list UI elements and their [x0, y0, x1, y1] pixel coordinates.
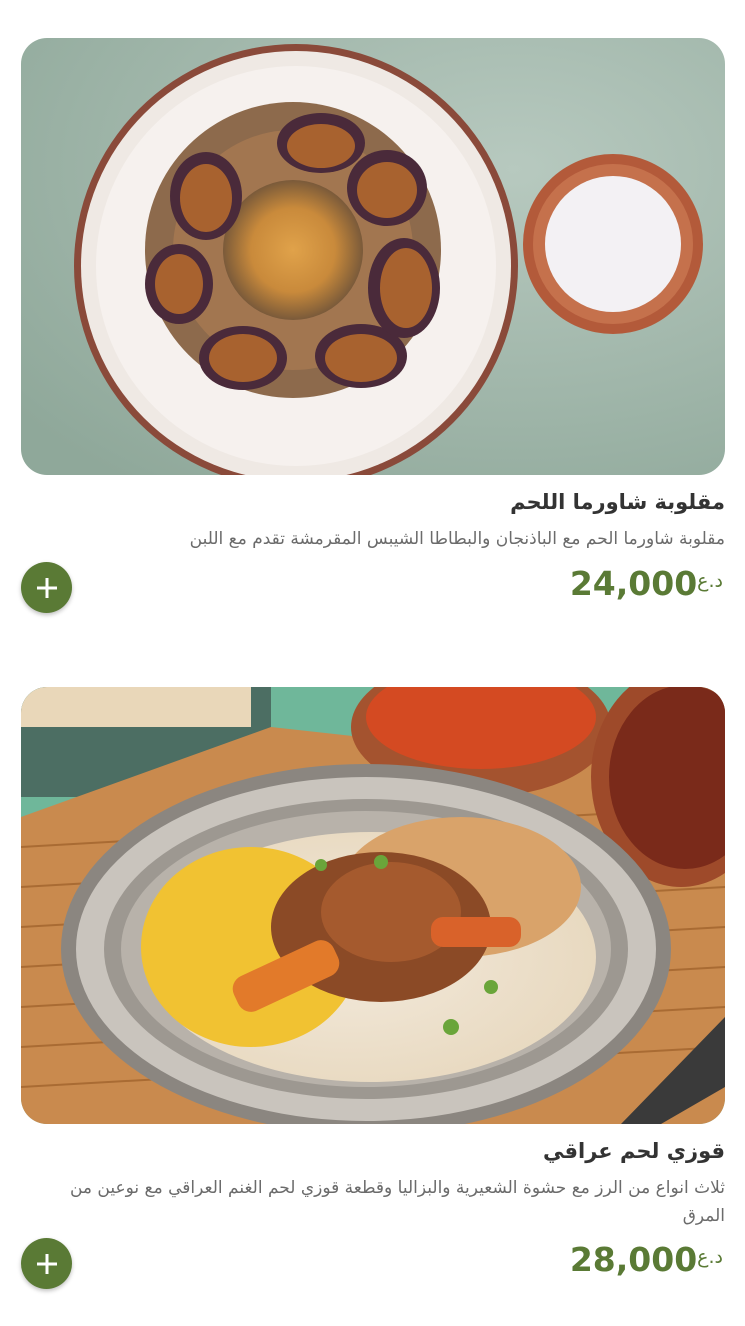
price-amount: 24,000 [569, 564, 698, 603]
menu-item-card[interactable]: مقلوبة شاورما اللحم مقلوبة شاورما الحم م… [21, 38, 725, 613]
price-amount: 28,000 [569, 1240, 698, 1279]
menu-page: مقلوبة شاورما اللحم مقلوبة شاورما الحم م… [0, 0, 745, 1326]
maqluba-dish-image[interactable] [21, 38, 725, 475]
menu-item-title: قوزي لحم عراقي [543, 1139, 725, 1163]
currency-label: د.ع [697, 570, 723, 592]
plus-icon [35, 576, 59, 600]
menu-item-price: د.ع24,000 [570, 564, 725, 603]
currency-label: د.ع [697, 1246, 723, 1268]
menu-item-description: مقلوبة شاورما الحم مع الباذنجان والبطاطا… [189, 529, 725, 549]
menu-item-title: مقلوبة شاورما اللحم [510, 490, 725, 514]
add-to-cart-button[interactable] [21, 562, 72, 613]
add-to-cart-button[interactable] [21, 1238, 72, 1289]
menu-item-card[interactable]: قوزي لحم عراقي ثلاث انواع من الرز مع حشو… [21, 687, 725, 1289]
menu-item-description: ثلاث انواع من الرز مع حشوة الشعيرية والب… [69, 1178, 725, 1226]
menu-item-price: د.ع28,000 [570, 1240, 725, 1279]
quzi-dish-image[interactable] [21, 687, 725, 1124]
plus-icon [35, 1252, 59, 1276]
